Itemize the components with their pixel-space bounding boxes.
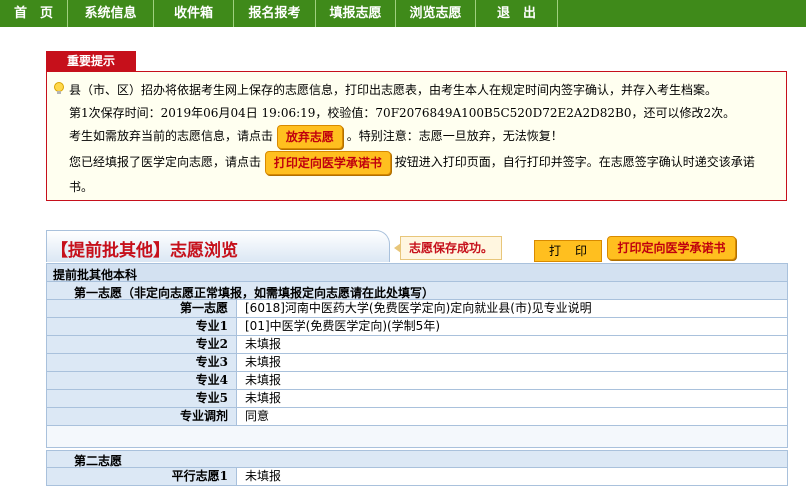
row-value: 同意 bbox=[245, 409, 270, 423]
row-label: 专业调剂 bbox=[47, 408, 237, 425]
lightbulb-icon bbox=[54, 82, 64, 94]
table-row: 专业5 未填报 bbox=[46, 390, 788, 408]
table-row: 专业3 未填报 bbox=[46, 354, 788, 372]
save-success-message: 志愿保存成功。 bbox=[393, 236, 503, 260]
table-row: 专业1 [01]中医学(免费医学定向)(学制5年) bbox=[46, 318, 788, 336]
notice-line-3-text: 考生如需放弃当前的志愿信息，请点击 bbox=[69, 129, 274, 143]
top-nav: 首 页 系统信息 收件箱 报名报考 填报志愿 浏览志愿 退 出 bbox=[0, 0, 806, 27]
notice-line-4-instruction: 按钮进入打印页面，自行打印并签字。在志愿签字确认时递交该承诺 bbox=[394, 155, 755, 169]
group-header: 提前批其他本科 bbox=[53, 268, 138, 282]
first-choice-header: 第一志愿（非定向志愿正常填报，如需填报定向志愿请在此处填写） bbox=[74, 286, 435, 300]
print-button[interactable]: 打印 bbox=[534, 240, 602, 262]
row-value: 未填报 bbox=[245, 337, 282, 351]
row-label: 专业5 bbox=[47, 390, 237, 407]
section-title: 【提前批其他】志愿浏览 bbox=[51, 241, 238, 261]
section-tab: 【提前批其他】志愿浏览 bbox=[46, 230, 390, 262]
notice-box: 县（市、区）招办将依据考生网上保存的志愿信息，打印出志愿表，由考生本人在规定时间… bbox=[46, 71, 787, 201]
notice-line-5: 书。 bbox=[69, 180, 94, 194]
notice-line-4-text: 您已经填报了医学定向志愿，请点击 bbox=[69, 155, 262, 169]
row-value: 未填报 bbox=[245, 373, 282, 387]
nav-registration[interactable]: 报名报考 bbox=[234, 0, 316, 27]
group-header-row: 提前批其他本科 bbox=[46, 263, 788, 282]
print-pledge-notice-button[interactable]: 打印定向医学承诺书 bbox=[264, 150, 391, 175]
row-label: 专业2 bbox=[47, 336, 237, 353]
second-choice-header: 第二志愿 bbox=[74, 454, 123, 468]
nav-home[interactable]: 首 页 bbox=[0, 0, 68, 27]
row-value: 未填报 bbox=[245, 391, 282, 405]
second-choice-header-row: 第二志愿 bbox=[46, 450, 788, 468]
row-label: 平行志愿1 bbox=[47, 468, 237, 485]
notice-line-4: 您已经填报了医学定向志愿，请点击 打印定向医学承诺书 按钮进入打印页面，自行打印… bbox=[69, 150, 755, 175]
row-label: 专业1 bbox=[47, 318, 237, 335]
row-value: [01]中医学(免费医学定向)(学制5年) bbox=[245, 319, 440, 333]
notice-tab: 重要提示 bbox=[46, 51, 136, 72]
row-value: [6018]河南中医药大学(免费医学定向)定向就业县(市)见专业说明 bbox=[245, 301, 592, 315]
nav-browse-choices[interactable]: 浏览志愿 bbox=[396, 0, 476, 27]
abandon-choices-button[interactable]: 放弃志愿 bbox=[276, 124, 343, 149]
nav-logout[interactable]: 退 出 bbox=[476, 0, 558, 27]
notice-line-3-warning: 。特别注意：志愿一旦放弃，无法恢复！ bbox=[346, 129, 563, 143]
print-pledge-button[interactable]: 打印定向医学承诺书 bbox=[607, 236, 736, 260]
notice-line-2: 第1次保存时间：2019年06月04日 19:06:19，校验值：70F2076… bbox=[69, 106, 736, 120]
table-row: 专业调剂 同意 bbox=[46, 408, 788, 426]
table-row: 专业2 未填报 bbox=[46, 336, 788, 354]
first-choice-header-row: 第一志愿（非定向志愿正常填报，如需填报定向志愿请在此处填写） bbox=[46, 282, 788, 300]
notice-line-3: 考生如需放弃当前的志愿信息，请点击 放弃志愿 。特别注意：志愿一旦放弃，无法恢复… bbox=[69, 124, 563, 149]
row-label: 第一志愿 bbox=[47, 300, 237, 317]
nav-fill-choices[interactable]: 填报志愿 bbox=[316, 0, 396, 27]
table-row: 专业4 未填报 bbox=[46, 372, 788, 390]
nav-inbox[interactable]: 收件箱 bbox=[154, 0, 234, 27]
nav-system-info[interactable]: 系统信息 bbox=[68, 0, 154, 27]
row-label: 专业3 bbox=[47, 354, 237, 371]
row-value: 未填报 bbox=[245, 355, 282, 369]
row-label: 专业4 bbox=[47, 372, 237, 389]
spacer-row bbox=[46, 426, 788, 448]
row-value: 未填报 bbox=[245, 469, 282, 483]
notice-line-1: 县（市、区）招办将依据考生网上保存的志愿信息，打印出志愿表，由考生本人在规定时间… bbox=[69, 83, 718, 97]
table-row: 平行志愿1 未填报 bbox=[46, 468, 788, 486]
table-row: 第一志愿 [6018]河南中医药大学(免费医学定向)定向就业县(市)见专业说明 bbox=[46, 300, 788, 318]
